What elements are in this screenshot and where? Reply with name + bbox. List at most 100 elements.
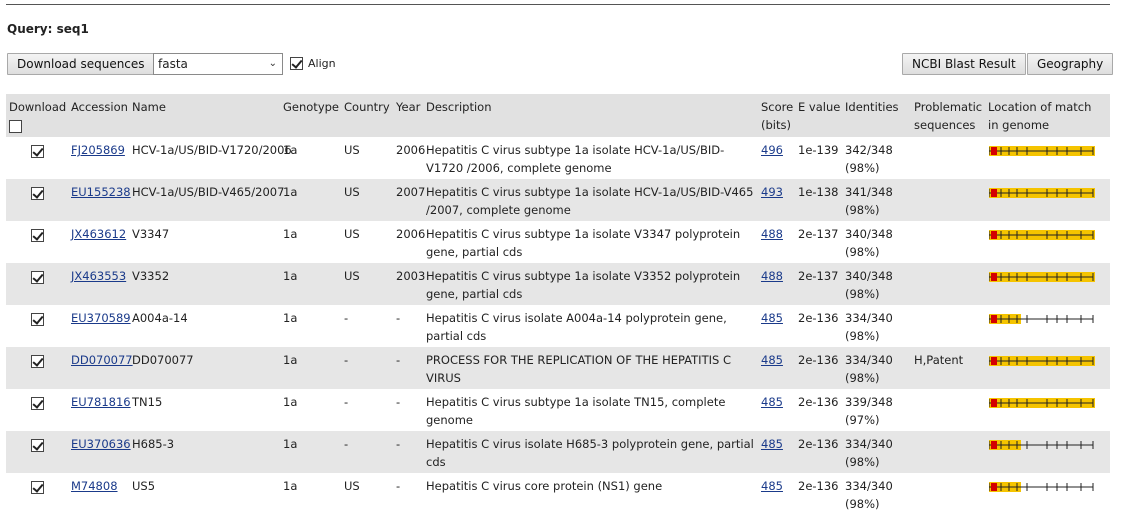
score-link[interactable]: 485 — [761, 309, 783, 327]
row-download-checkbox[interactable] — [31, 313, 44, 326]
row-download-checkbox[interactable] — [31, 481, 44, 494]
score-link[interactable]: 485 — [761, 477, 783, 495]
results-table: Download Accession Name Genotype Country… — [6, 94, 1110, 515]
evalue-value: 2e-136 — [798, 311, 839, 325]
hit-marker — [991, 399, 997, 407]
query-title: Query: seq1 — [7, 22, 89, 36]
row-download-checkbox[interactable] — [31, 271, 44, 284]
description-text: Hepatitis C virus subtype 1a isolate V33… — [426, 269, 741, 301]
hit-marker — [991, 315, 997, 323]
accession-link[interactable]: JX463553 — [71, 267, 126, 285]
sequence-name: H685-3 — [132, 437, 175, 451]
row-download-checkbox[interactable] — [31, 229, 44, 242]
description-text: Hepatitis C virus subtype 1a isolate V33… — [426, 227, 741, 259]
table-header: Download Accession Name Genotype Country… — [6, 94, 1110, 137]
identities-value: 334/340 (98%) — [845, 437, 893, 469]
score-link[interactable]: 493 — [761, 183, 783, 201]
sequence-name: V3347 — [132, 227, 170, 241]
top-divider — [6, 4, 1110, 5]
country-value: US — [344, 143, 360, 157]
row-download-checkbox[interactable] — [31, 187, 44, 200]
accession-link[interactable]: M74808 — [71, 477, 118, 495]
genome-match-graphic — [989, 397, 1095, 409]
genome-match-graphic — [989, 145, 1095, 157]
genotype-value: 1a — [283, 437, 298, 451]
download-sequences-button[interactable]: Download sequences — [7, 53, 155, 75]
genotype-value: 1a — [283, 353, 298, 367]
problematic-value: H,Patent — [914, 353, 964, 367]
row-download-checkbox[interactable] — [31, 397, 44, 410]
accession-link[interactable]: EU370636 — [71, 435, 131, 453]
table-row: JX463553 V3352 1a US 2003 Hepatitis C virus s… — [6, 263, 1110, 305]
format-select[interactable]: fasta ⌄ — [153, 53, 283, 75]
genotype-value: 1a — [283, 479, 298, 493]
genome-match-graphic — [989, 229, 1095, 241]
align-checkbox[interactable] — [290, 56, 303, 70]
year-value: 2006 — [396, 143, 426, 157]
score-link[interactable]: 485 — [761, 435, 783, 453]
evalue-value: 2e-136 — [798, 437, 839, 451]
accession-link[interactable]: DD070077 — [71, 351, 133, 369]
genome-match-graphic — [989, 313, 1094, 325]
score-link[interactable]: 485 — [761, 393, 783, 411]
evalue-value: 2e-137 — [798, 269, 839, 283]
header-download: Download — [9, 98, 66, 134]
align-label: Align — [308, 56, 336, 70]
score-link[interactable]: 496 — [761, 141, 783, 159]
table-row: EU370636 H685-3 1a - - Hepatitis C virus isol… — [6, 431, 1110, 473]
accession-link[interactable]: EU155238 — [71, 183, 131, 201]
description-text: PROCESS FOR THE REPLICATION OF THE HEPAT… — [426, 353, 731, 385]
align-option[interactable]: Align — [290, 56, 336, 70]
description-text: Hepatitis C virus core protein (NS1) gen… — [426, 479, 663, 493]
genome-match-graphic — [989, 355, 1095, 367]
sequence-name: V3352 — [132, 269, 170, 283]
identities-value: 334/340 (98%) — [845, 479, 893, 511]
hit-marker — [991, 273, 997, 281]
hit-marker — [991, 189, 997, 197]
description-text: Hepatitis C virus subtype 1a isolate TN1… — [426, 395, 726, 427]
geography-button[interactable]: Geography — [1027, 53, 1114, 75]
ncbi-blast-result-button[interactable]: NCBI Blast Result — [902, 53, 1026, 75]
chevron-down-icon: ⌄ — [268, 58, 277, 69]
evalue-value: 2e-136 — [798, 353, 839, 367]
table-row: EU155238 HCV-1a/US/BID-V465/2007 1a US 2007 H… — [6, 179, 1110, 221]
evalue-value: 1e-139 — [798, 143, 839, 157]
hit-marker — [991, 441, 997, 449]
accession-link[interactable]: FJ205869 — [71, 141, 125, 159]
table-row: EU781816 TN15 1a - - Hepatitis C virus subtyp… — [6, 389, 1110, 431]
year-value: - — [396, 395, 401, 409]
header-evalue: E value — [798, 100, 841, 114]
identities-value: 334/340 (98%) — [845, 311, 893, 343]
select-all-checkbox[interactable] — [9, 120, 22, 133]
score-link[interactable]: 488 — [761, 225, 783, 243]
accession-link[interactable]: EU370589 — [71, 309, 131, 327]
accession-link[interactable]: JX463612 — [71, 225, 126, 243]
accession-link[interactable]: EU781816 — [71, 393, 131, 411]
genotype-value: 1a — [283, 143, 298, 157]
header-accession: Accession — [71, 100, 128, 114]
header-score: Score (bits) — [761, 100, 794, 132]
header-identities: Identities — [845, 100, 899, 114]
country-value: - — [344, 311, 349, 325]
header-problematic: Problematic sequences — [914, 100, 983, 132]
genotype-value: 1a — [283, 185, 298, 199]
score-link[interactable]: 485 — [761, 351, 783, 369]
score-link[interactable]: 488 — [761, 267, 783, 285]
hit-marker — [991, 357, 997, 365]
country-value: US — [344, 269, 360, 283]
genotype-value: 1a — [283, 227, 298, 241]
sequence-name: US5 — [132, 479, 156, 493]
year-value: 2006 — [396, 227, 426, 241]
year-value: 2007 — [396, 185, 426, 199]
identities-value: 341/348 (98%) — [845, 185, 893, 217]
row-download-checkbox[interactable] — [31, 439, 44, 452]
hit-marker — [991, 483, 997, 491]
country-value: US — [344, 227, 360, 241]
row-download-checkbox[interactable] — [31, 145, 44, 158]
sequence-name: HCV-1a/US/BID-V465/2007 — [132, 185, 285, 199]
header-location: Location of match in genome — [988, 100, 1092, 132]
year-value: - — [396, 353, 401, 367]
header-country: Country — [344, 100, 390, 114]
row-download-checkbox[interactable] — [31, 355, 44, 368]
genome-match-graphic — [989, 187, 1095, 199]
